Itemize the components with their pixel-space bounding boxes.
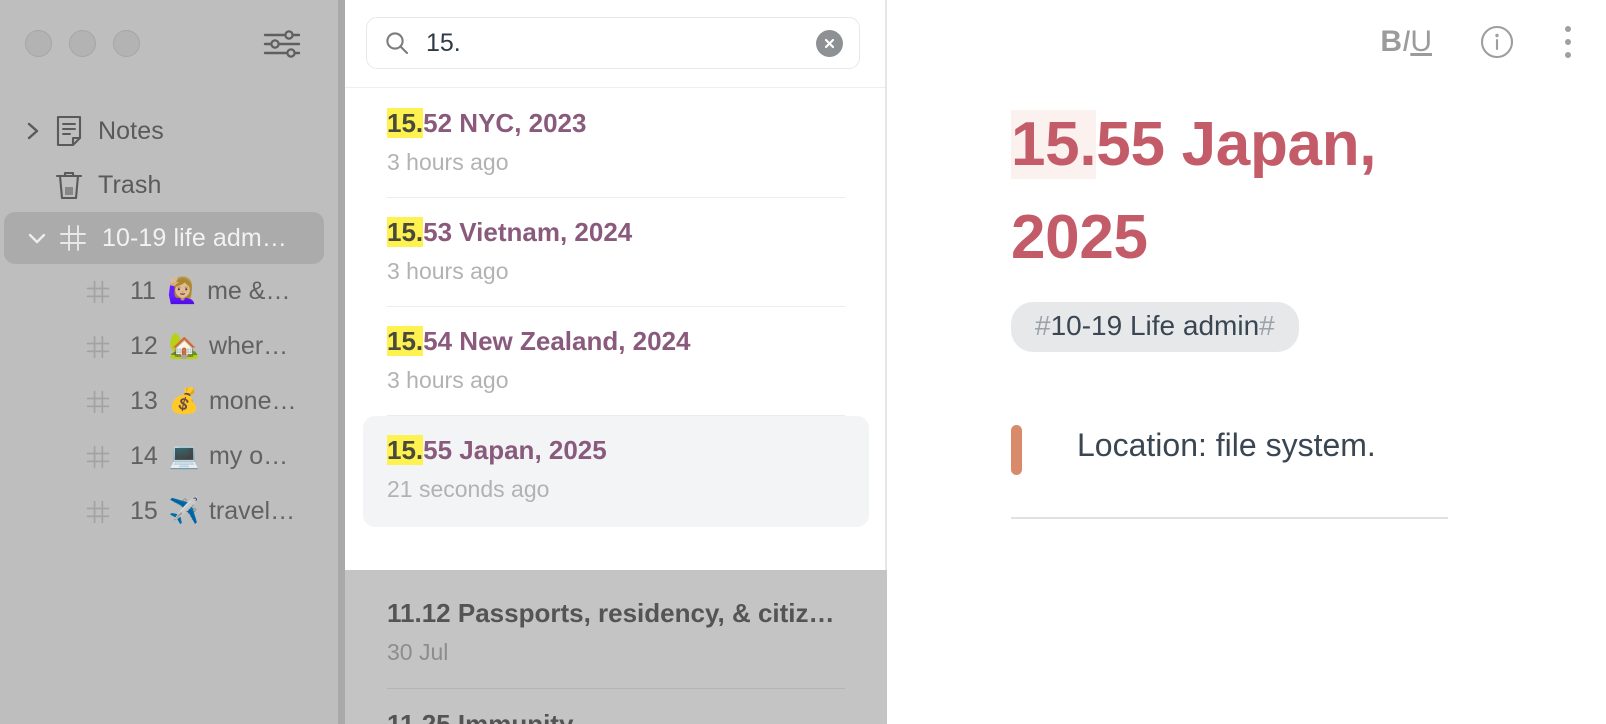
sidebar-child-15[interactable]: 15 ✈️ travel… [0,484,338,539]
sidebar-child-label: me &… [207,277,291,305]
search-result-rest: 53 Vietnam, 2024 [423,217,633,247]
sidebar-child-label: travel… [208,497,296,525]
blockquote-text[interactable]: Location: file system. [1077,425,1376,465]
search-match-highlight: 15. [387,108,424,138]
sidebar-child-number: 15 [130,497,158,525]
italic-button[interactable]: I [1402,25,1410,59]
underline-button[interactable]: U [1410,25,1432,59]
sidebar-child-emoji: 🙋🏼‍♀️ [166,277,199,305]
search-bar[interactable]: 15. [366,17,860,69]
trash-icon [48,169,90,201]
search-result-rest: 54 New Zealand, 2024 [423,326,691,356]
sidebar-item-life-admin[interactable]: 10-19 life adm… [4,212,324,264]
search-match-highlight: 15. [387,326,424,356]
search-result-title: 15.55 Japan, 2025 [387,435,845,466]
note-title[interactable]: 15.55 Japan, 2025 [1011,98,1451,284]
search-results-list: 15.52 NYC, 2023 3 hours ago 15.53 Vietna… [345,89,885,527]
crosshair-icon [80,444,116,470]
app-window: Notes Trash [0,0,1606,724]
note-editor-pane: BIU 15.55 Japan, 2025 #10-19 Life admin#… [889,0,1606,724]
search-icon [384,30,410,56]
sidebar-child-label: my o… [208,442,289,470]
note-divider [1011,517,1448,519]
format-buttons-group: BIU [1380,25,1432,59]
close-button[interactable] [25,30,52,57]
search-input[interactable]: 15. [426,29,816,58]
sidebar-child-number: 13 [130,387,158,415]
sidebar-nav: Notes Trash [0,104,338,539]
sidebar-item-label: Notes [98,116,164,145]
minimize-button[interactable] [69,30,96,57]
info-circle-icon[interactable] [1478,23,1516,61]
note-list-date: 30 Jul [387,639,449,665]
sidebar-child-number: 14 [130,442,158,470]
search-result-date: 3 hours ago [387,367,509,393]
sidebar-resize-handle[interactable] [338,0,345,724]
note-list-item[interactable]: 11.25 Immunity [345,689,887,724]
sidebar-child-label: wher… [208,332,289,360]
clear-search-icon[interactable] [816,29,843,57]
sidebar-child-13[interactable]: 13 💰 mone… [0,374,338,429]
search-result-rest: 52 NYC, 2023 [423,108,587,138]
sidebar-child-emoji: 💻 [168,442,200,470]
note-blockquote: Location: file system. [1011,425,1376,475]
sidebar-item-notes[interactable]: Notes [0,104,338,158]
search-result-item[interactable]: 15.52 NYC, 2023 3 hours ago [363,89,869,180]
sidebar-child-emoji: 🏡 [168,332,200,360]
search-result-rest: 55 Japan, 2025 [423,435,607,465]
sidebar-item-trash[interactable]: Trash [0,158,338,212]
sidebar-item-label: 10-19 life adm… [102,223,287,252]
crosshair-icon [80,279,116,305]
editor-toolbar: BIU [1380,22,1582,62]
note-tag[interactable]: #10-19 Life admin# [1011,302,1299,352]
crosshair-icon [52,223,94,253]
crosshair-icon [80,499,116,525]
kebab-menu-icon[interactable] [1564,22,1572,62]
sidebar-child-number: 12 [130,332,158,360]
maximize-button[interactable] [113,30,140,57]
sidebar-child-emoji: 💰 [168,387,200,415]
search-match-highlight: 15. [387,435,424,465]
tag-text: 10-19 Life admin [1050,310,1260,341]
search-bar-container: 15. [345,0,885,88]
search-result-date: 3 hours ago [387,149,509,175]
search-result-item[interactable]: 15.53 Vietnam, 2024 3 hours ago [363,198,869,289]
crosshair-icon [80,334,116,360]
sidebar-child-12[interactable]: 12 🏡 wher… [0,319,338,374]
note-list-title: 11.12 Passports, residency, & citiz… [387,598,835,628]
chevron-down-icon[interactable] [22,227,52,249]
search-result-title: 15.52 NYC, 2023 [387,108,845,139]
note-title-highlight: 15. [1011,110,1097,179]
sidebar-child-14[interactable]: 14 💻 my o… [0,429,338,484]
sidebar: Notes Trash [0,0,338,724]
sidebar-child-label: mone… [208,387,297,415]
search-result-item[interactable]: 15.54 New Zealand, 2024 3 hours ago [363,307,869,398]
note-icon [48,115,90,147]
note-list-title: 11.25 Immunity [387,709,574,724]
window-traffic-lights [25,30,140,57]
tag-hash-close: # [1259,310,1275,341]
search-result-title: 15.54 New Zealand, 2024 [387,326,845,357]
chevron-right-icon[interactable] [18,119,48,143]
search-result-title: 15.53 Vietnam, 2024 [387,217,845,248]
search-result-date: 3 hours ago [387,258,509,284]
sidebar-child-11[interactable]: 11 🙋🏼‍♀️ me &… [0,264,338,319]
note-list-item[interactable]: 11.12 Passports, residency, & citiz… 30 … [345,578,887,670]
search-result-date: 21 seconds ago [387,476,550,502]
sidebar-child-number: 11 [130,277,156,305]
search-result-item-selected[interactable]: 15.55 Japan, 2025 21 seconds ago [363,416,869,527]
sidebar-child-emoji: ✈️ [168,497,200,525]
bold-button[interactable]: B [1380,25,1402,59]
crosshair-icon [80,389,116,415]
sliders-icon[interactable] [262,28,302,60]
tag-hash-open: # [1035,310,1051,341]
sidebar-item-label: Trash [98,170,162,199]
blockquote-bar [1011,425,1022,475]
search-match-highlight: 15. [387,217,424,247]
search-overlay-panel: 15. 15.52 NYC, 2023 3 hours ago 15.53 Vi… [345,0,887,570]
